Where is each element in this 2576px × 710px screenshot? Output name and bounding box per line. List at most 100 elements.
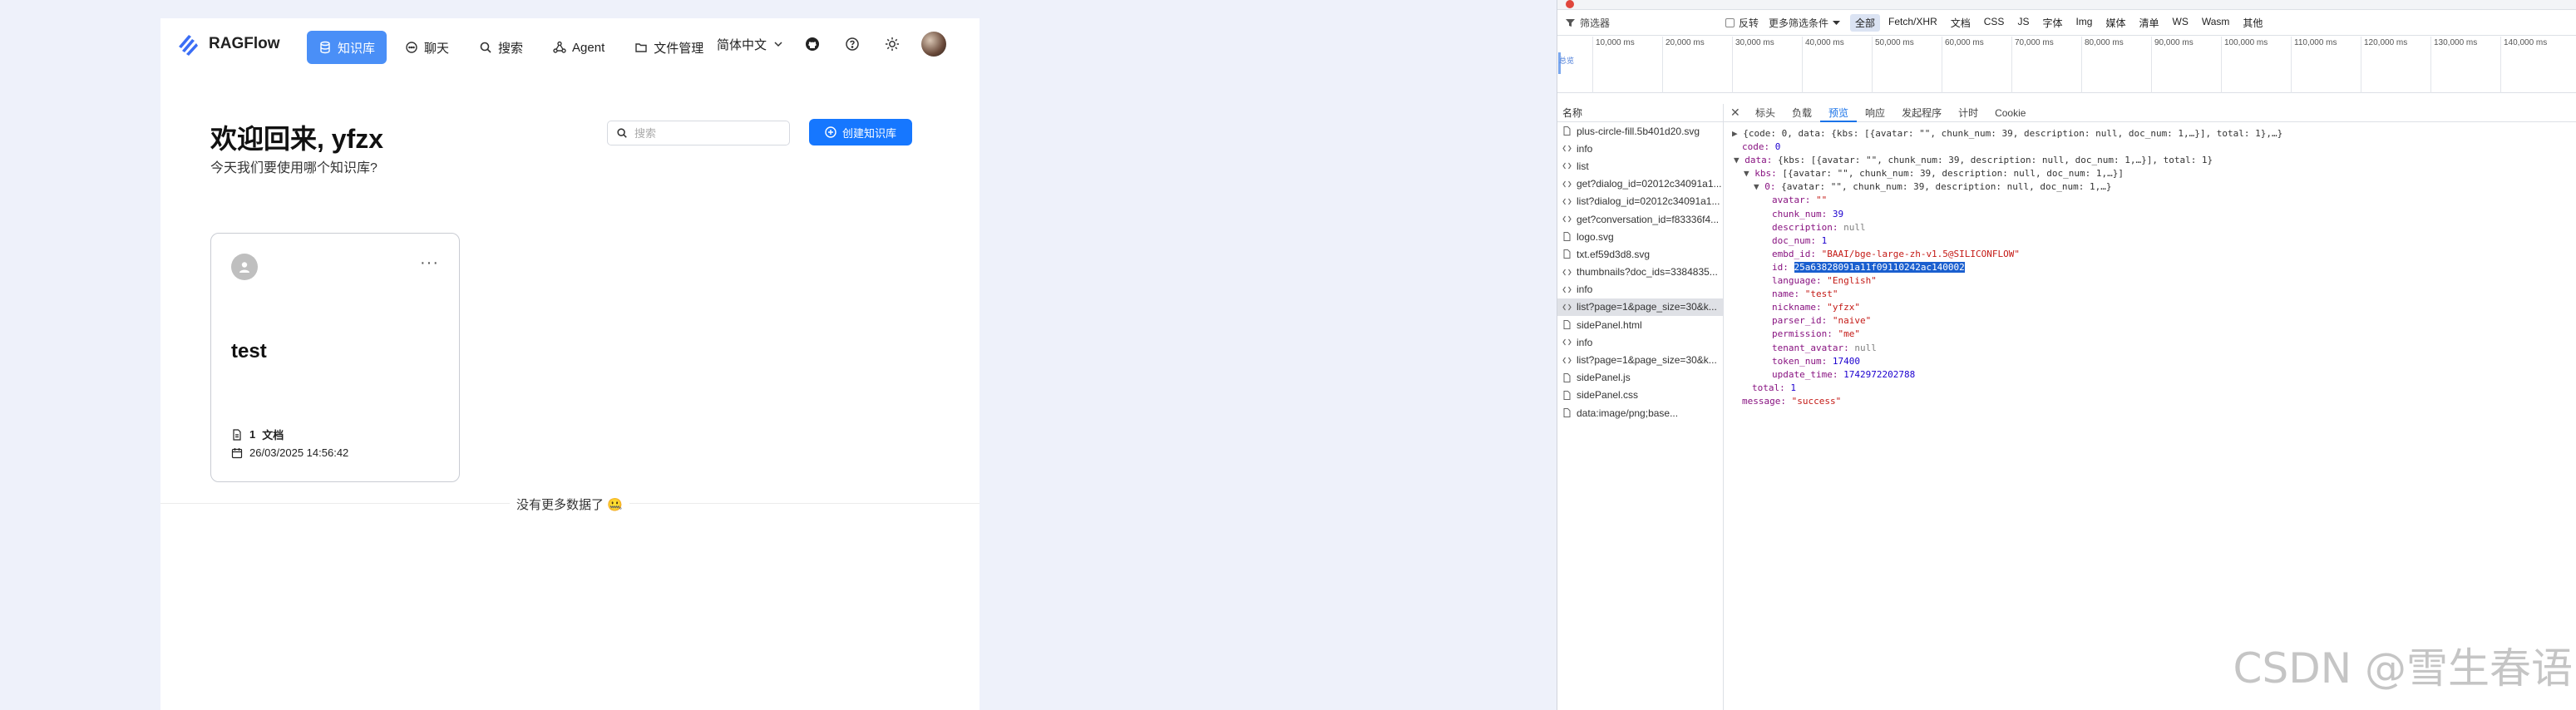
timeline-tick: 20,000 ms [1662,37,1705,93]
request-name: sidePanel.js [1577,372,1631,384]
caret-down-icon [1833,21,1841,25]
kb-date-value: 26/03/2025 14:56:42 [249,446,349,459]
request-row[interactable]: sidePanel.js [1557,369,1723,387]
json-line[interactable]: ▼ 0: {avatar: "", chunk_num: 39, descrip… [1732,180,2576,194]
tab-file-management[interactable]: 文件管理 [623,31,715,64]
ragflow-app: RAGFlow 知识库 聊天 搜索 Agent 文件管理 简体中文 欢迎回来, … [160,18,980,710]
request-row[interactable]: get?dialog_id=02012c34091a1... [1557,175,1723,193]
request-name: logo.svg [1577,230,1614,243]
github-button[interactable] [802,33,823,55]
more-options-icon[interactable]: ··· [420,254,439,273]
knowledge-base-card[interactable]: ··· test 1 文档 26/03/2025 14:56:42 [210,233,460,482]
request-row[interactable]: list?dialog_id=02012c34091a1... [1557,193,1723,210]
request-name: info [1577,336,1593,348]
request-row[interactable]: list?page=1&page_size=30&k... [1557,351,1723,368]
type-filter-button[interactable]: Img [2070,14,2097,32]
tenant-avatar-value: null [1854,342,1877,353]
json-line[interactable]: ▼ kbs: [{avatar: "", chunk_num: 39, desc… [1732,167,2576,180]
request-row[interactable]: info [1557,281,1723,298]
request-row[interactable]: data:image/png;base... [1557,404,1723,422]
create-button-label: 创建知识库 [841,126,896,140]
tab-agent[interactable]: Agent [541,31,616,64]
detail-tab[interactable]: 预览 [1820,104,1858,122]
more-filters-dropdown[interactable]: 更多筛选条件 [1769,16,1841,30]
record-icon[interactable] [1566,0,1574,8]
json-line: description: null [1772,221,1866,233]
detail-tab[interactable]: Cookie [1986,104,2034,122]
type-filter-button[interactable]: CSS [1979,14,2010,32]
request-row[interactable]: sidePanel.css [1557,387,1723,404]
json-line: token_num: 17400 [1772,355,1860,367]
request-row[interactable]: info [1557,333,1723,351]
request-row[interactable]: logo.svg [1557,228,1723,245]
file-icon [1563,408,1571,418]
type-filter-button[interactable]: 清单 [2134,14,2164,32]
welcome-subtitle: 今天我们要使用哪个知识库? [210,161,378,175]
type-filter-button[interactable]: 字体 [2037,14,2067,32]
request-row[interactable]: info [1557,140,1723,157]
help-button[interactable] [841,33,863,55]
request-row[interactable]: get?conversation_id=f83336f4... [1557,210,1723,228]
json-line: id: 25a63828091a11f09110242ac140002 [1772,261,1965,273]
detail-tab[interactable]: 标头 [1747,104,1784,122]
request-name: list [1577,160,1589,172]
detail-tab[interactable]: 响应 [1857,104,1893,122]
type-filter-button[interactable]: Wasm [2197,14,2235,32]
item-summary: {avatar: "", chunk_num: 39, description:… [1781,181,2112,193]
type-filter-button[interactable]: 文档 [1946,14,1976,32]
top-navigation: RAGFlow 知识库 聊天 搜索 Agent 文件管理 简体中文 [160,18,980,75]
user-avatar[interactable] [921,32,946,57]
file-icon [1563,126,1571,136]
json-line[interactable]: ▼ data: {kbs: [{avatar: "", chunk_num: 3… [1732,154,2576,167]
type-filter-button[interactable]: Fetch/XHR [1883,14,1942,32]
detail-tab[interactable]: 发起程序 [1893,104,1950,122]
id-value-selected[interactable]: 25a63828091a11f09110242ac140002 [1794,261,1965,273]
type-filter-button[interactable]: WS [2168,14,2194,32]
request-row[interactable]: thumbnails?doc_ids=3384835... [1557,264,1723,281]
filter-icon [1566,19,1575,27]
timeline-overview[interactable]: 总览 10,000 ms 20,000 ms 30,000 ms 40,000 ms 5… [1557,37,2576,93]
request-name: data:image/png;base... [1577,407,1679,419]
devtools-network-panel: 筛选器 反转 更多筛选条件 全部 Fetch/XHR 文档 CSS JS 字体 Img 媒体清… [1557,0,2576,710]
fetch-icon [1562,303,1572,311]
type-filter-button[interactable]: 全部 [1850,14,1881,32]
invert-checkbox[interactable]: 反转 [1725,16,1759,30]
embd-id-value: "BAAI/bge-large-zh-v1.5@SILICONFLOW" [1821,248,2021,259]
request-row[interactable]: txt.ef59d3d8.svg [1557,245,1723,263]
timeline-tick: 140,000 ms [2500,37,2547,93]
tab-chat[interactable]: 聊天 [393,31,461,64]
language-select[interactable]: 简体中文 [717,36,783,53]
filter-input[interactable]: 筛选器 [1566,16,1715,30]
timeline-tick: 10,000 ms [1592,37,1635,93]
update-time-value: 1742972202788 [1843,368,1916,380]
request-row[interactable]: sidePanel.html [1557,316,1723,333]
name-column-header[interactable]: 名称 [1557,104,1723,122]
permission-value: "me" [1838,328,1860,340]
create-knowledge-base-button[interactable]: 创建知识库 [809,119,912,145]
search-input[interactable] [634,126,776,140]
request-name: list?page=1&page_size=30&k... [1577,354,1717,367]
request-row[interactable]: list [1557,157,1723,175]
json-line[interactable]: ▶ {code: 0, data: {kbs: [{avatar: "", ch… [1732,127,2576,141]
knowledge-search-box[interactable] [607,121,790,145]
agent-icon [553,41,566,53]
request-row[interactable]: plus-circle-fill.5b401d20.svg [1557,122,1723,140]
tab-knowledge-base[interactable]: 知识库 [307,31,387,64]
type-filter-button[interactable]: JS [2012,14,2034,32]
search-icon [617,128,627,138]
logo[interactable]: RAGFlow [175,32,280,57]
theme-toggle-button[interactable] [881,33,903,55]
tab-search[interactable]: 搜索 [467,31,535,64]
request-name: list?page=1&page_size=30&k... [1577,301,1717,313]
parser-id-value: "naive" [1832,315,1872,327]
tab-label: 聊天 [424,41,450,56]
close-icon[interactable]: ✕ [1730,106,1747,120]
detail-tab[interactable]: 计时 [1950,104,1986,122]
type-filter-button[interactable]: 其他 [2238,14,2268,32]
request-name: info [1577,284,1593,296]
request-rows: plus-circle-fill.5b401d20.svg info list get… [1557,122,1723,422]
detail-tab[interactable]: 负载 [1784,104,1820,122]
kbs-summary: [{avatar: "", chunk_num: 39, description… [1782,168,2124,180]
request-row[interactable]: list?page=1&page_size=30&k... [1557,298,1723,317]
type-filter-button[interactable]: 媒体 [2100,14,2130,32]
